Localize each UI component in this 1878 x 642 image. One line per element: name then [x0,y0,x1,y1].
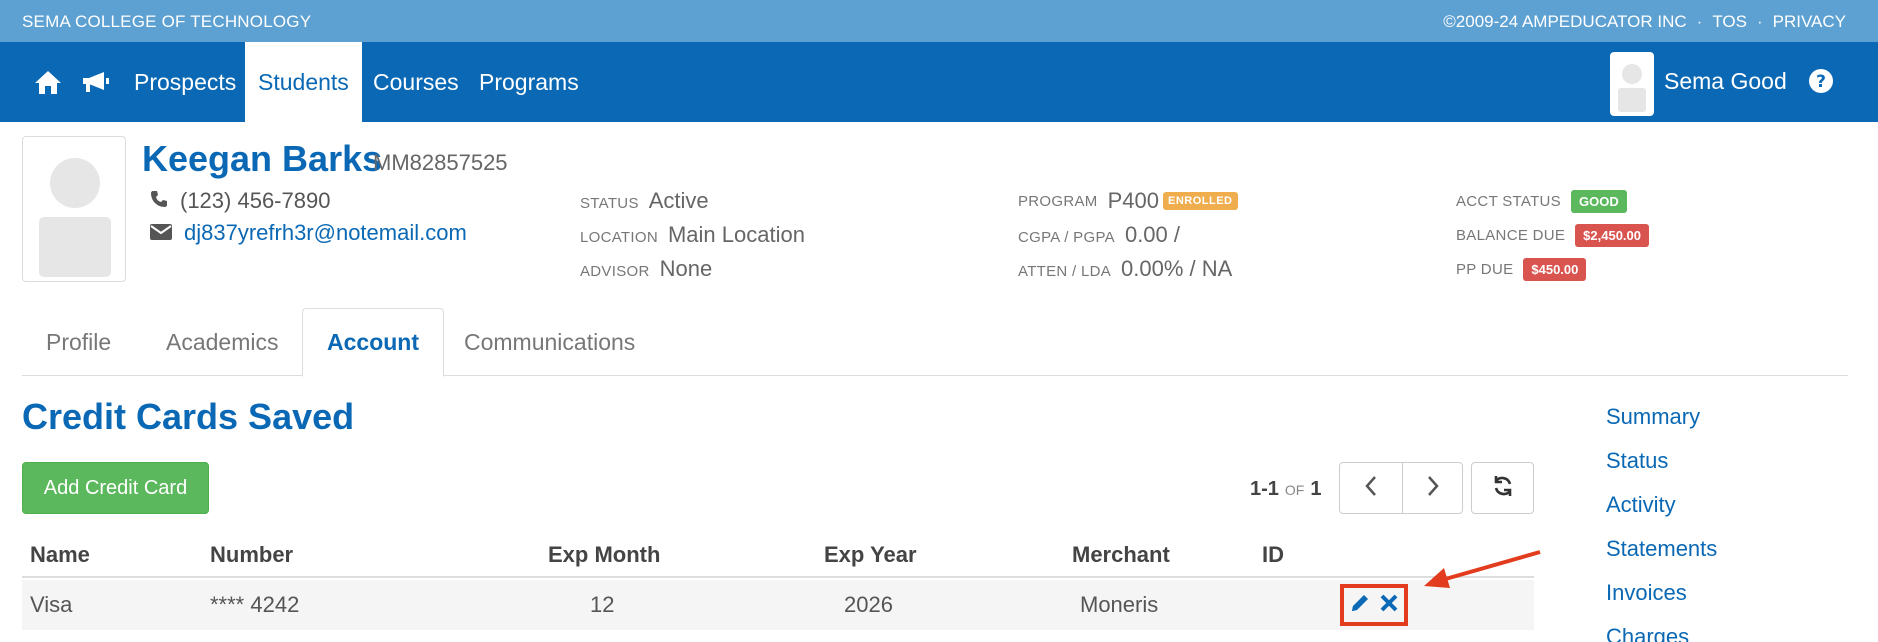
svg-text:?: ? [1816,72,1826,92]
side-nav-invoices[interactable]: Invoices [1606,580,1687,606]
help-icon[interactable]: ? [1808,68,1834,94]
column-header-id[interactable]: ID [1262,542,1284,568]
nav-programs[interactable]: Programs [466,42,592,122]
user-name[interactable]: Sema Good [1664,68,1787,95]
account-tabs: Profile Academics Account Communications [22,308,1848,377]
status-value: Active [648,188,709,213]
balance-badge: $2,450.00 [1575,224,1650,247]
nav-prospects[interactable]: Prospects [121,42,249,122]
phone-icon [150,188,168,214]
table-row: Visa **** 4242 12 2026 Moneris [22,580,1534,630]
chevron-right-icon [1426,475,1440,502]
location-field: LOCATION Main Location [580,222,805,248]
pp-due-field: PP DUE $450.00 [1456,258,1587,281]
program-field: PROGRAM P400 ENROLLED [1018,188,1238,214]
side-nav-summary[interactable]: Summary [1606,404,1700,430]
student-id: MM82857525 [373,150,508,175]
side-nav-status[interactable]: Status [1606,448,1668,474]
cell-name: Visa [30,592,73,617]
cell-exp-month: 12 [590,592,615,617]
attendance-value: 0.00% / NA [1121,256,1233,281]
column-header-exp-month[interactable]: Exp Month [548,542,660,568]
advisor-label: ADVISOR [580,263,650,280]
nav-courses[interactable]: Courses [360,42,472,122]
cell-number: **** 4242 [210,592,300,617]
student-name: Keegan Barks [142,138,383,179]
column-header-exp-year[interactable]: Exp Year [824,542,917,568]
previous-page-button[interactable] [1339,462,1403,514]
column-header-name[interactable]: Name [30,542,90,568]
email-link[interactable]: dj837yrefrh3r@notemail.com [184,220,467,246]
close-icon[interactable] [1380,594,1398,617]
gpa-field: CGPA / PGPA 0.00 / [1018,222,1180,248]
pager-range: 1-1 [1250,478,1279,500]
megaphone-icon[interactable] [80,68,110,96]
phone-row: (123) 456-7890 [150,188,330,214]
gpa-label: CGPA / PGPA [1018,229,1115,246]
attendance-label: ATTEN / LDA [1018,263,1112,280]
tab-account[interactable]: Account [302,308,444,377]
tos-link[interactable]: TOS [1712,12,1747,32]
privacy-link[interactable]: PRIVACY [1773,12,1846,32]
refresh-icon [1491,474,1515,503]
student-photo [22,136,126,282]
cell-merchant: Moneris [1080,592,1159,617]
column-header-merchant[interactable]: Merchant [1072,542,1170,568]
legal-links: ©2009-24 AMPEDUCATOR INC · TOS · PRIVACY [1443,12,1846,32]
page-title: Credit Cards Saved [22,396,355,437]
status-label: STATUS [580,195,639,212]
nav-students[interactable]: Students [245,42,362,122]
attendance-field: ATTEN / LDA 0.00% / NA [1018,256,1232,282]
envelope-icon [150,220,172,246]
status-field: STATUS Active [580,188,709,214]
separator: · [1696,12,1703,31]
pagination-info: 1-1 OF 1 [1250,478,1321,501]
side-nav-charges[interactable]: Charges [1606,624,1689,642]
program-label: PROGRAM [1018,192,1098,210]
location-value: Main Location [667,222,805,247]
balance-field: BALANCE DUE $2,450.00 [1456,224,1650,247]
pp-due-label: PP DUE [1456,261,1514,278]
chevron-left-icon [1364,475,1378,502]
next-page-button[interactable] [1402,462,1463,514]
tab-academics[interactable]: Academics [142,308,302,376]
tab-communications[interactable]: Communications [440,308,659,376]
home-icon[interactable] [33,68,63,96]
user-avatar[interactable] [1610,52,1654,116]
row-actions [1340,584,1408,626]
pager-total: 1 [1310,478,1322,500]
separator: · [1756,12,1763,31]
balance-label: BALANCE DUE [1456,227,1566,244]
pp-due-badge: $450.00 [1523,258,1587,281]
add-credit-card-button[interactable]: Add Credit Card [22,462,209,514]
arrow-icon [1414,546,1544,595]
advisor-value: None [659,256,713,281]
enrolled-badge: ENROLLED [1163,192,1238,210]
cell-exp-year: 2026 [844,592,893,617]
side-nav-activity[interactable]: Activity [1606,492,1676,518]
pager-of: OF [1284,482,1305,498]
tab-profile[interactable]: Profile [22,308,135,376]
college-name: SEMA COLLEGE OF TECHNOLOGY [22,12,312,31]
top-strip: SEMA COLLEGE OF TECHNOLOGY ©2009-24 AMPE… [0,0,1878,42]
email-row: dj837yrefrh3r@notemail.com [150,220,467,246]
phone-number: (123) 456-7890 [180,188,331,213]
advisor-field: ADVISOR None [580,256,712,282]
main-navbar: Prospects Students Courses Programs Sema… [0,42,1878,122]
acct-status-badge: GOOD [1570,190,1627,213]
column-header-number[interactable]: Number [210,542,293,568]
pencil-icon[interactable] [1350,593,1370,618]
acct-status-label: ACCT STATUS [1456,193,1561,210]
copyright-text: ©2009-24 AMPEDUCATOR INC [1443,12,1687,31]
refresh-button[interactable] [1471,462,1534,514]
side-nav-statements[interactable]: Statements [1606,536,1717,562]
acct-status-field: ACCT STATUS GOOD [1456,190,1627,213]
program-value: P400 [1107,188,1159,213]
table-header: Name Number Exp Month Exp Year Merchant … [22,534,1534,578]
gpa-value: 0.00 / [1124,222,1180,247]
location-label: LOCATION [580,229,658,246]
